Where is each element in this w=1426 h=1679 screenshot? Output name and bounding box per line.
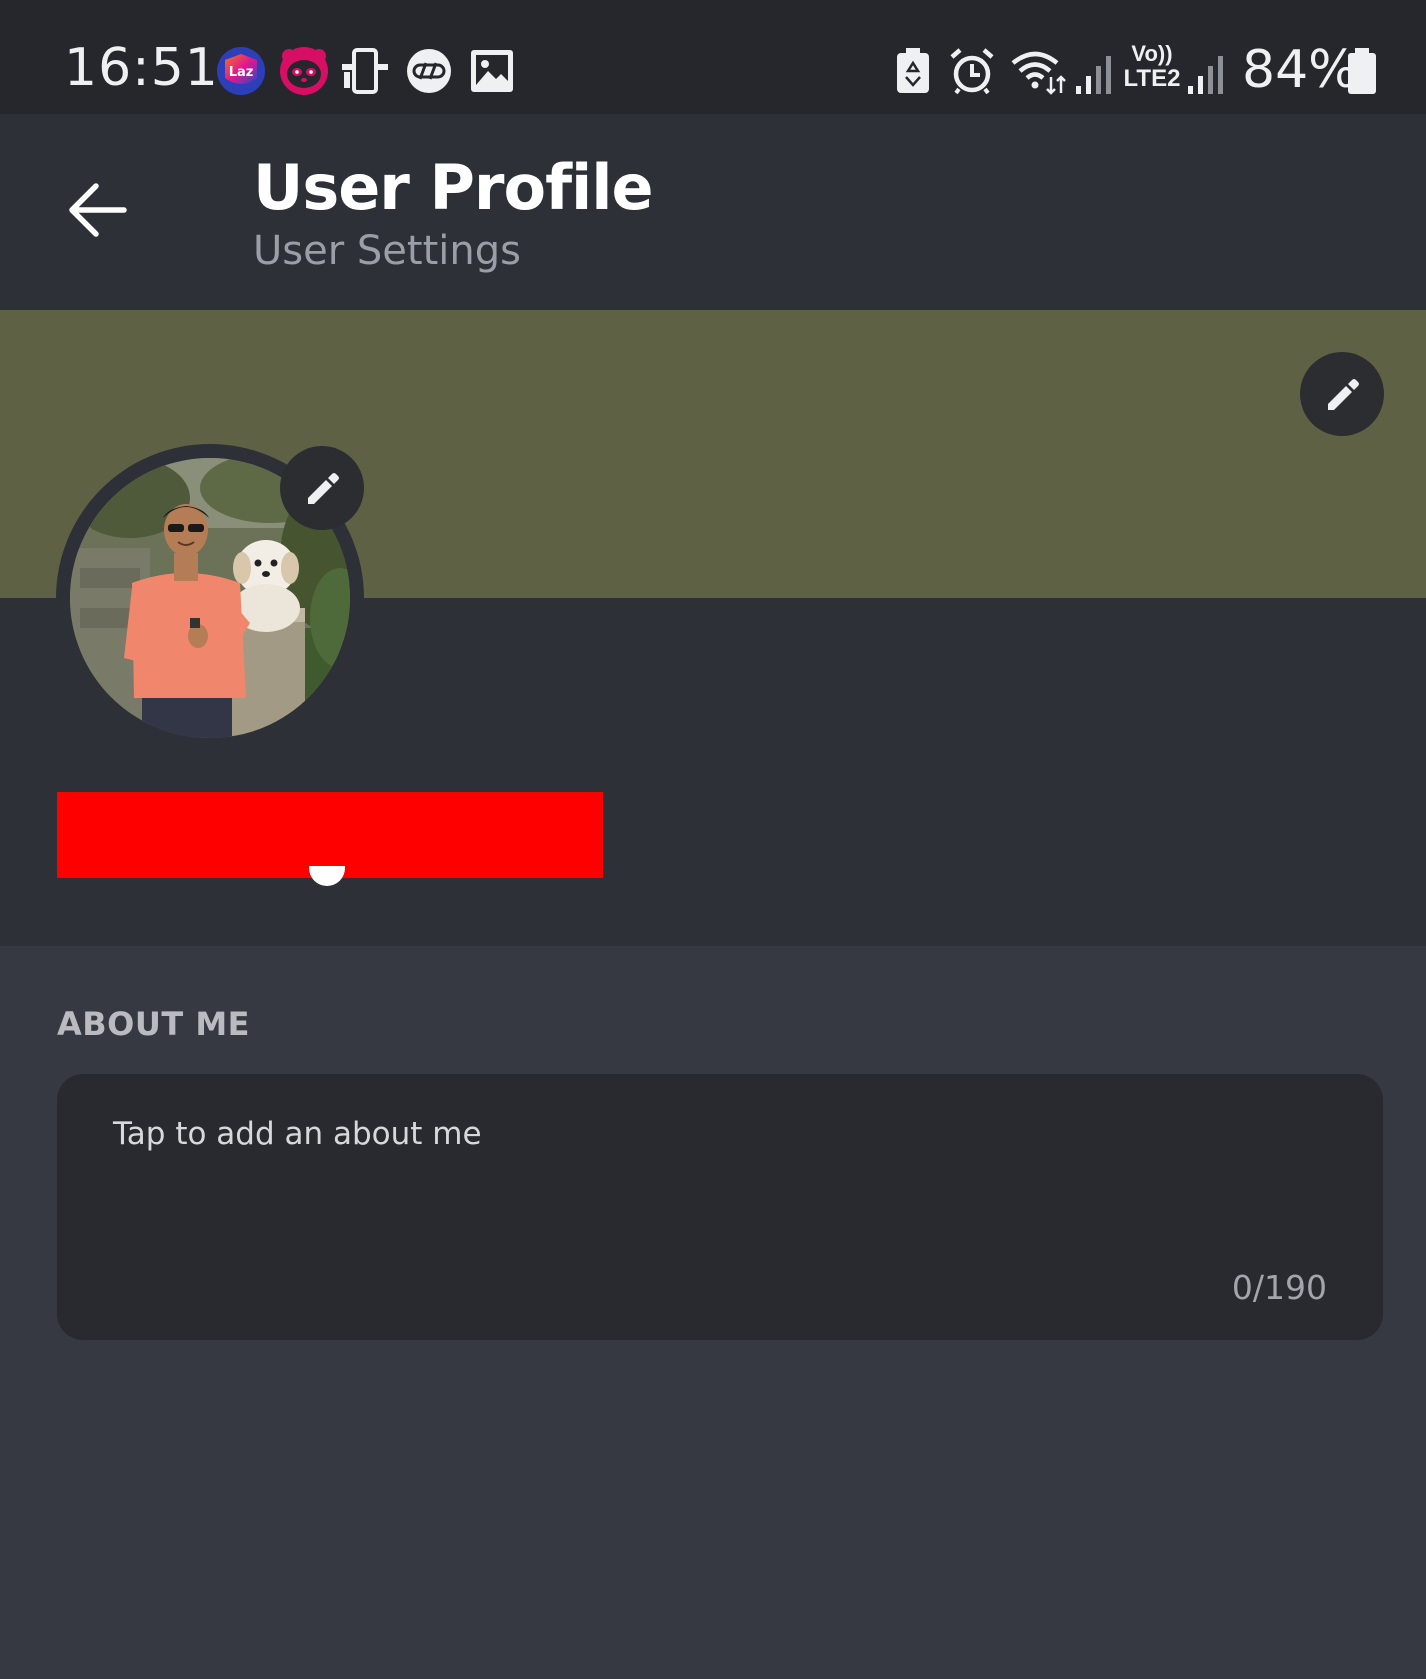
signal-1-icon xyxy=(1076,56,1111,94)
wifi-icon xyxy=(1011,51,1066,95)
edit-avatar-button[interactable] xyxy=(280,446,364,530)
back-arrow-icon xyxy=(69,183,127,237)
about-me-label: ABOUT ME xyxy=(57,1005,251,1043)
pencil-icon xyxy=(308,473,339,504)
about-me-placeholder: Tap to add an about me xyxy=(113,1116,482,1152)
phone-sync-icon xyxy=(342,48,388,94)
foodpanda-app-icon xyxy=(280,47,328,95)
volte-icon: Vo)) LTE2 xyxy=(1122,42,1182,96)
status-time: 16:51 xyxy=(64,38,219,98)
device-care-icon xyxy=(897,48,929,93)
voicemail-icon xyxy=(407,49,451,93)
signal-2-icon xyxy=(1188,56,1223,94)
page-title: User Profile xyxy=(253,151,654,224)
volte-label-top: Vo)) xyxy=(1131,41,1173,66)
app-header xyxy=(0,114,1426,310)
gallery-icon xyxy=(471,50,513,92)
edit-banner-button[interactable] xyxy=(1300,352,1384,436)
page-subtitle: User Settings xyxy=(253,228,521,274)
character-counter: 0/190 xyxy=(1231,1268,1327,1307)
battery-icon xyxy=(1348,48,1376,94)
lazada-badge-text: Laz xyxy=(229,65,254,80)
about-me-input[interactable]: Tap to add an about me 0/190 xyxy=(57,1074,1383,1340)
redacted-username xyxy=(57,792,603,886)
pencil-icon xyxy=(1328,379,1359,410)
lazada-app-icon: Laz xyxy=(217,47,265,95)
volte-label-bottom: LTE2 xyxy=(1123,65,1181,92)
battery-percent: 84% xyxy=(1242,40,1358,100)
alarm-icon xyxy=(950,48,994,95)
back-button[interactable] xyxy=(62,175,132,245)
status-bar: 16:51 Laz Vo)) LTE2 84% xyxy=(0,0,1426,114)
